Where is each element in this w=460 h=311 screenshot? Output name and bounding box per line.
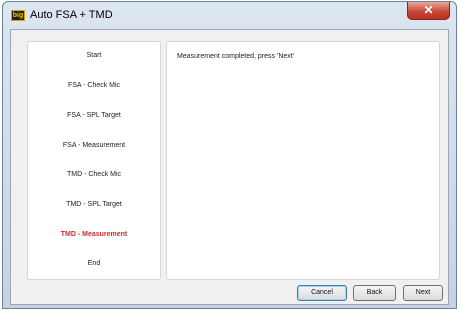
status-message: Measurement completed, press 'Next'	[177, 53, 295, 60]
step-start: Start	[86, 52, 102, 59]
client-area: Start FSA - Check Mic FSA - SPL Target F…	[10, 29, 449, 305]
close-icon: ✕	[423, 3, 434, 17]
next-button[interactable]: Next	[403, 285, 443, 301]
step-end: End	[87, 260, 101, 267]
close-button[interactable]: ✕	[407, 2, 450, 20]
step-fsa-check-mic: FSA - Check Mic	[67, 82, 121, 89]
step-fsa-spl-target: FSA - SPL Target	[67, 112, 121, 119]
step-tmd-spl-target: TMD - SPL Target	[66, 201, 122, 208]
cancel-button[interactable]: Cancel	[297, 285, 347, 301]
window-title: Auto FSA + TMD	[30, 9, 113, 21]
step-fsa-measurement: FSA - Measurement	[62, 142, 126, 149]
app-icon: big	[11, 10, 25, 21]
content-panel: Measurement completed, press 'Next'	[166, 41, 440, 280]
step-tmd-check-mic: TMD - Check Mic	[66, 171, 122, 178]
back-button[interactable]: Back	[353, 285, 396, 301]
step-tmd-measurement: TMD - Measurement	[60, 231, 128, 238]
dialog-window: big Auto FSA + TMD ✕ Start FSA - Check M…	[2, 1, 457, 309]
steps-panel: Start FSA - Check Mic FSA - SPL Target F…	[27, 41, 161, 280]
title-bar[interactable]: big Auto FSA + TMD ✕	[3, 2, 456, 28]
